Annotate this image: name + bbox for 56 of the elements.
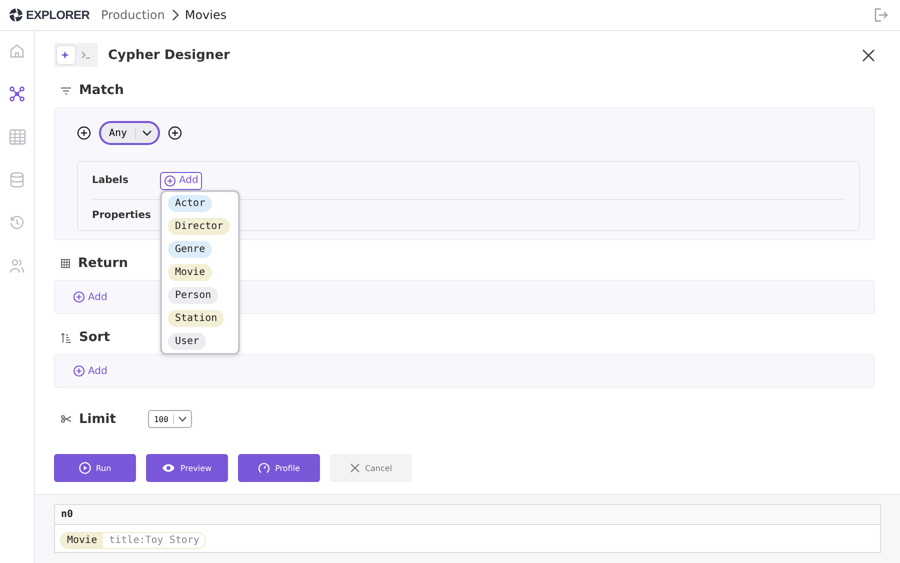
add-circle-icon <box>164 174 176 186</box>
close-icon <box>350 463 360 473</box>
table-icon <box>8 129 26 145</box>
add-circle-icon[interactable] <box>77 126 91 140</box>
chevron-down-icon <box>178 416 188 422</box>
cancel-button[interactable]: Cancel <box>330 454 412 482</box>
match-type-select[interactable]: Any <box>99 121 160 145</box>
column-header: n0 <box>55 505 880 525</box>
label-option[interactable]: Director <box>168 218 230 234</box>
sparkle-icon <box>61 50 71 60</box>
label-option[interactable]: Genre <box>168 240 212 258</box>
filter-icon <box>61 86 71 94</box>
limit-select[interactable]: 100 <box>148 410 192 428</box>
field-label: Properties <box>92 210 151 220</box>
chevron-down-icon <box>142 130 152 136</box>
profile-button[interactable]: Profile <box>238 454 320 482</box>
section-title: Return <box>78 256 128 271</box>
add-circle-icon[interactable] <box>168 126 182 140</box>
breadcrumb-link[interactable]: Production <box>101 8 165 22</box>
logout-icon[interactable] <box>874 8 888 22</box>
section-title: Limit <box>79 412 116 426</box>
app-logo-text: EXPLORER <box>26 8 90 22</box>
label-option[interactable]: Actor <box>168 194 212 212</box>
breadcrumb-link[interactable]: Movies <box>184 8 227 22</box>
add-button[interactable]: Add <box>73 291 108 303</box>
preview-button[interactable]: Preview <box>146 454 228 482</box>
label-option[interactable]: User <box>168 332 206 350</box>
logo-icon <box>9 8 23 22</box>
add-circle-icon <box>73 291 85 303</box>
eye-icon <box>162 463 176 473</box>
label-option[interactable]: Movie <box>168 264 212 280</box>
close-icon[interactable] <box>862 48 875 62</box>
designer-title: Cypher Designer <box>108 48 230 62</box>
scissors-icon <box>61 415 71 423</box>
add-circle-icon <box>73 365 85 377</box>
run-button[interactable]: Run <box>54 454 136 482</box>
home-icon <box>9 43 25 59</box>
history-icon <box>9 215 25 231</box>
terminal-icon <box>81 50 91 60</box>
node-chip: Movie title:Toy Story <box>60 532 206 549</box>
field-label: Labels <box>92 175 130 186</box>
database-icon <box>10 172 24 188</box>
section-title: Sort <box>79 330 110 345</box>
add-button[interactable]: Add <box>73 365 108 377</box>
sort-icon <box>61 332 71 342</box>
section-title: Match <box>79 83 124 98</box>
gauge-icon <box>258 462 270 474</box>
mode-button[interactable] <box>57 46 75 64</box>
grid-icon <box>61 259 70 268</box>
users-icon <box>9 258 25 274</box>
label-option[interactable]: Person <box>168 286 218 304</box>
add-label-button[interactable]: Add <box>160 172 202 190</box>
label-option[interactable]: Station <box>168 310 224 326</box>
chevron-right-icon <box>170 9 179 21</box>
play-icon <box>78 462 91 474</box>
graph-nodes-icon <box>9 86 25 102</box>
